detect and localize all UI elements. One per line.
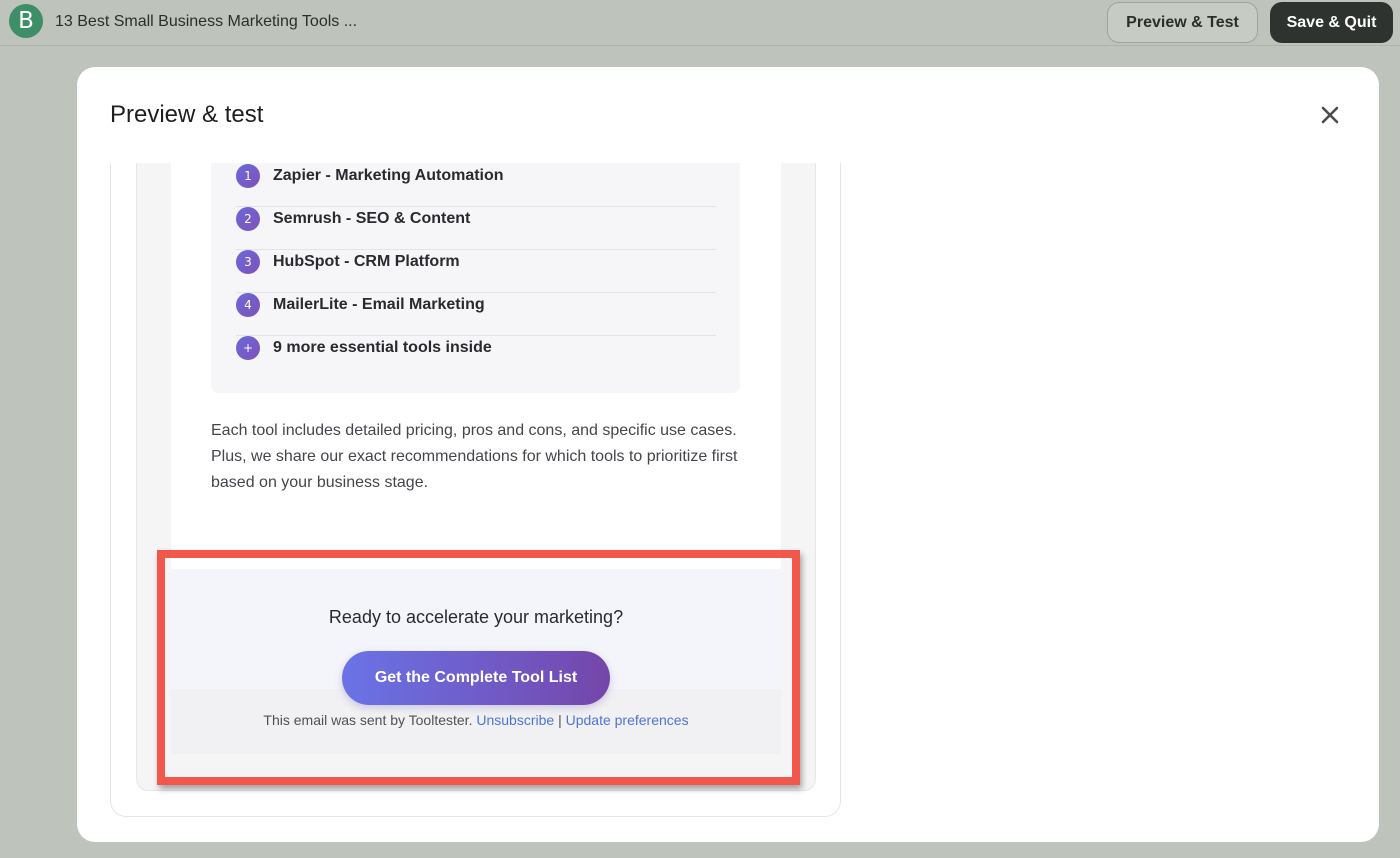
get-tool-list-button[interactable]: Get the Complete Tool List: [342, 651, 610, 705]
update-preferences-link[interactable]: Update preferences: [566, 712, 689, 728]
tool-label: Zapier - Marketing Automation: [273, 167, 504, 184]
list-item: + 9 more essential tools inside: [236, 336, 716, 379]
cta-section: Ready to accelerate your marketing? Get …: [171, 569, 781, 705]
number-badge: 2: [236, 207, 260, 231]
tool-label: MailerLite - Email Marketing: [273, 296, 485, 313]
tool-label: 9 more essential tools inside: [273, 339, 492, 356]
document-title[interactable]: 13 Best Small Business Marketing Tools .…: [55, 13, 357, 31]
sent-by-text: This email was sent by Tooltester.: [263, 712, 473, 728]
list-item: 3 HubSpot - CRM Platform: [236, 250, 716, 293]
email-canvas: 1 Zapier - Marketing Automation 2 Semrus…: [136, 163, 816, 791]
tool-description: Each tool includes detailed pricing, pro…: [211, 422, 738, 491]
list-item: 4 MailerLite - Email Marketing: [236, 293, 716, 336]
tool-label: Semrush - SEO & Content: [273, 210, 471, 227]
save-quit-button[interactable]: Save & Quit: [1270, 2, 1393, 43]
tool-list: 1 Zapier - Marketing Automation 2 Semrus…: [211, 163, 740, 393]
tool-label: HubSpot - CRM Platform: [273, 253, 460, 270]
close-icon: [1321, 106, 1339, 124]
top-bar: B 13 Best Small Business Marketing Tools…: [0, 0, 1400, 46]
plus-badge: +: [236, 336, 260, 360]
close-button[interactable]: [1314, 99, 1346, 131]
list-item: 1 Zapier - Marketing Automation: [236, 164, 716, 207]
footer-separator: |: [558, 712, 562, 728]
preview-modal: Preview & test 1 Zapier - Marketing Auto…: [77, 67, 1379, 842]
preview-test-button[interactable]: Preview & Test: [1107, 2, 1258, 43]
email-preview-frame[interactable]: 1 Zapier - Marketing Automation 2 Semrus…: [110, 163, 841, 817]
cta-heading: Ready to accelerate your marketing?: [328, 607, 624, 627]
app-logo[interactable]: B: [9, 4, 43, 38]
footer-text: This email was sent by Tooltester. Unsub…: [171, 712, 781, 728]
email-body: 1 Zapier - Marketing Automation 2 Semrus…: [171, 163, 781, 569]
number-badge: 1: [236, 164, 260, 188]
modal-title: Preview & test: [110, 101, 264, 128]
number-badge: 3: [236, 250, 260, 274]
unsubscribe-link[interactable]: Unsubscribe: [476, 712, 554, 728]
list-item: 2 Semrush - SEO & Content: [236, 207, 716, 250]
number-badge: 4: [236, 293, 260, 317]
